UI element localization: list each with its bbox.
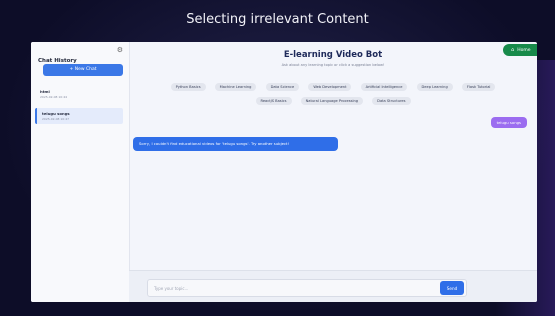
chat-history-item[interactable]: html 2025-02-08 10:44 [35, 86, 123, 102]
suggestion-chip-deep-learning[interactable]: Deep Learning [416, 83, 453, 91]
user-message-bubble: telugu songs [490, 117, 527, 128]
chat-history-item-active[interactable]: telugu songs 2025-02-08 10:47 [35, 108, 123, 124]
message-composer: Send [129, 270, 537, 302]
gear-icon[interactable]: ⚙ [117, 46, 123, 54]
suggestion-chip-flask-tutorial[interactable]: Flask Tutorial [461, 83, 496, 91]
chat-item-title: telugu songs [42, 111, 70, 116]
suggestion-chip-nlp[interactable]: Natural Language Processing [300, 97, 364, 105]
chat-item-title: html [40, 89, 50, 94]
topic-input[interactable] [147, 279, 467, 297]
sidebar-header: Chat History ⚙ [38, 46, 123, 64]
page-title: E-learning Video Bot [283, 50, 383, 60]
suggestion-chip-reactjs-basics[interactable]: ReactJS Basics [255, 97, 292, 105]
new-chat-button[interactable]: + New Chat [43, 64, 123, 76]
suggestion-chip-artificial-intelligence[interactable]: Artificial Intelligence [360, 83, 408, 91]
page-subtitle: Ask about any learning topic or click a … [281, 63, 385, 67]
chat-history-sidebar: Chat History ⚙ + New Chat html 2025-02-0… [31, 42, 130, 302]
suggestion-chip-data-structures[interactable]: Data Structures [372, 97, 411, 105]
suggestion-chip-data-science[interactable]: Data Science [265, 83, 300, 91]
suggestion-chip-machine-learning[interactable]: Machine Learning [214, 83, 257, 91]
send-button[interactable]: Send [440, 281, 464, 295]
suggestion-chip-web-development[interactable]: Web Development [308, 83, 352, 91]
suggestion-chips: Python Basics Machine Learning Data Scie… [137, 77, 529, 105]
suggestion-chip-python-basics[interactable]: Python Basics [170, 83, 206, 91]
chat-item-date: 2025-02-08 10:47 [42, 117, 70, 121]
chat-main-panel: ⌂ Home E-learning Video Bot Ask about any… [129, 42, 537, 302]
app-window: Chat History ⚙ + New Chat html 2025-02-0… [31, 42, 537, 302]
video-caption-title: Selecting irrelevant Content [186, 12, 369, 27]
chat-item-date: 2025-02-08 10:44 [40, 95, 68, 99]
bot-message-bubble: Sorry, I couldn't find educational video… [133, 137, 338, 151]
